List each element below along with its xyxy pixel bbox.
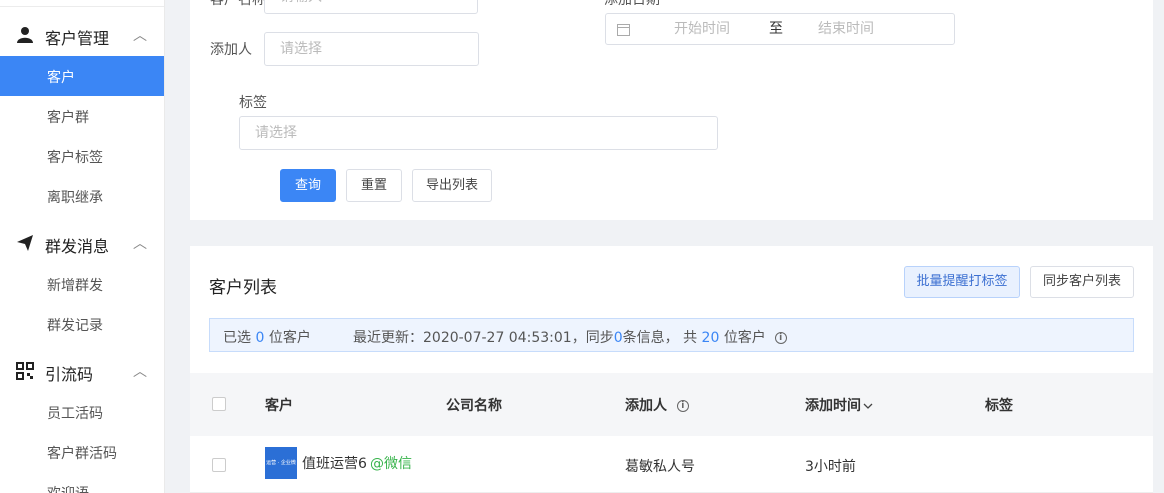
synced-suffix: 条信息， 共: [622, 330, 698, 346]
sidebar-item-label: 客户群活码: [47, 446, 117, 462]
customer-list-panel: 客户列表 批量提醒打标签 同步客户列表 已选 0 位客户 最近更新：2020-0…: [190, 246, 1153, 493]
sync-customer-list-button[interactable]: 同步客户列表: [1030, 266, 1134, 298]
sidebar-item-resignation-inheritance[interactable]: 离职继承: [0, 176, 164, 216]
column-adder: 添加人 i: [625, 395, 689, 415]
sidebar-item-label: 员工活码: [47, 406, 103, 422]
sidebar-group-mass-messages[interactable]: 群发消息 ︿: [0, 222, 164, 262]
column-added-time[interactable]: 添加时间: [805, 395, 873, 415]
column-tags: 标签: [985, 398, 1013, 414]
chevron-up-icon: ︿: [133, 236, 147, 252]
sidebar-item-label: 客户群: [47, 110, 89, 126]
export-list-button[interactable]: 导出列表: [412, 169, 492, 202]
user-icon: [17, 27, 33, 43]
sidebar-group-label: 群发消息: [45, 237, 110, 256]
date-start-field[interactable]: 开始时间: [674, 14, 730, 44]
adder-select[interactable]: 请选择: [264, 32, 479, 66]
column-added-time-label: 添加时间: [805, 398, 861, 414]
customer-name-label: 客户名称: [210, 0, 266, 8]
selected-info: 已选 0 位客户: [223, 327, 311, 347]
paper-plane-icon: [17, 235, 33, 251]
wechat-source-badge: @微信: [370, 456, 412, 472]
divider: [0, 6, 164, 7]
adder-label: 添加人: [210, 42, 252, 58]
qr-code-icon: [16, 362, 34, 380]
selected-count: 0: [255, 330, 265, 346]
synced-count: 0: [613, 330, 623, 346]
sidebar-item-group-live-code[interactable]: 客户群活码: [0, 432, 164, 472]
list-title: 客户列表: [209, 278, 277, 298]
table-header: 客户 公司名称 添加人 i 添加时间 标签: [190, 373, 1153, 436]
sort-chevron-down-icon[interactable]: [863, 402, 873, 410]
tag-label: 标签: [239, 95, 267, 111]
sync-info: 最近更新：2020-07-27 04:53:01，同步0条信息， 共 20 位客…: [353, 327, 787, 347]
sidebar-item-label: 欢迎语: [47, 483, 89, 493]
customer-name-input[interactable]: 请输入: [264, 0, 478, 14]
sidebar-item-label: 客户标签: [47, 150, 103, 166]
updated-text: 最近更新：2020-07-27 04:53:01，同步: [353, 330, 614, 346]
sidebar-item-employee-live-code[interactable]: 员工活码: [0, 392, 164, 432]
selection-info-bar: 已选 0 位客户 最近更新：2020-07-27 04:53:01，同步0条信息…: [209, 318, 1134, 352]
sidebar-item-welcome-message[interactable]: 欢迎语: [0, 472, 164, 493]
date-range-picker[interactable]: 开始时间 至 结束时间: [605, 13, 955, 45]
total-suffix: 位客户: [723, 330, 766, 346]
reset-button[interactable]: 重置: [346, 169, 402, 202]
sidebar-item-new-mass-message[interactable]: 新增群发: [0, 264, 164, 304]
filter-panel: 客户名称 请输入 添加日期 添加人 请选择 开始时间 至 结束时间 标签 请选择…: [190, 0, 1153, 220]
sidebar-group-customer-management[interactable]: 客户管理 ︿: [0, 14, 164, 54]
query-button[interactable]: 查询: [280, 169, 336, 202]
chevron-up-icon: ︿: [133, 364, 147, 380]
sidebar-item-label: 新增群发: [47, 278, 103, 294]
sidebar: 客户管理 ︿ 客户 客户群 客户标签 离职继承 群发消息 ︿ 新增群发 群发记录…: [0, 0, 165, 493]
info-icon[interactable]: i: [774, 332, 787, 344]
customer-name[interactable]: 值班运营6: [302, 453, 367, 473]
avatar: 运营 · 企业微信: [265, 447, 297, 479]
sidebar-group-label: 引流码: [45, 365, 94, 384]
info-icon[interactable]: i: [676, 400, 689, 412]
sidebar-item-label: 客户: [47, 70, 75, 86]
column-company: 公司名称: [446, 398, 502, 414]
row-checkbox[interactable]: [212, 458, 226, 472]
chevron-up-icon: ︿: [133, 28, 147, 44]
total-count: 20: [701, 330, 720, 346]
column-customer: 客户: [265, 398, 293, 414]
sidebar-item-customer-groups[interactable]: 客户群: [0, 96, 164, 136]
selected-suffix: 位客户: [268, 330, 311, 346]
batch-tag-reminder-button[interactable]: 批量提醒打标签: [904, 266, 1020, 298]
select-all-checkbox[interactable]: [212, 397, 226, 411]
sidebar-item-customers[interactable]: 客户: [0, 56, 164, 96]
added-time: 3小时前: [805, 459, 856, 475]
calendar-icon: [617, 24, 630, 36]
date-end-field[interactable]: 结束时间: [818, 14, 874, 44]
adder-name: 葛敏私人号: [625, 459, 695, 475]
sidebar-item-customer-tags[interactable]: 客户标签: [0, 136, 164, 176]
add-date-label: 添加日期: [604, 0, 660, 8]
sidebar-group-lead-codes[interactable]: 引流码 ︿: [0, 350, 164, 390]
sidebar-item-label: 群发记录: [47, 318, 103, 334]
tag-select[interactable]: 请选择: [239, 116, 718, 150]
selected-prefix: 已选: [223, 330, 251, 346]
column-adder-label: 添加人: [625, 398, 667, 414]
sidebar-group-label: 客户管理: [45, 29, 110, 48]
table-row[interactable]: 运营 · 企业微信 值班运营6 @微信 葛敏私人号 3小时前: [190, 436, 1153, 493]
date-range-separator: 至: [769, 21, 783, 37]
sidebar-item-mass-message-records[interactable]: 群发记录: [0, 304, 164, 344]
sidebar-item-label: 离职继承: [47, 190, 103, 206]
